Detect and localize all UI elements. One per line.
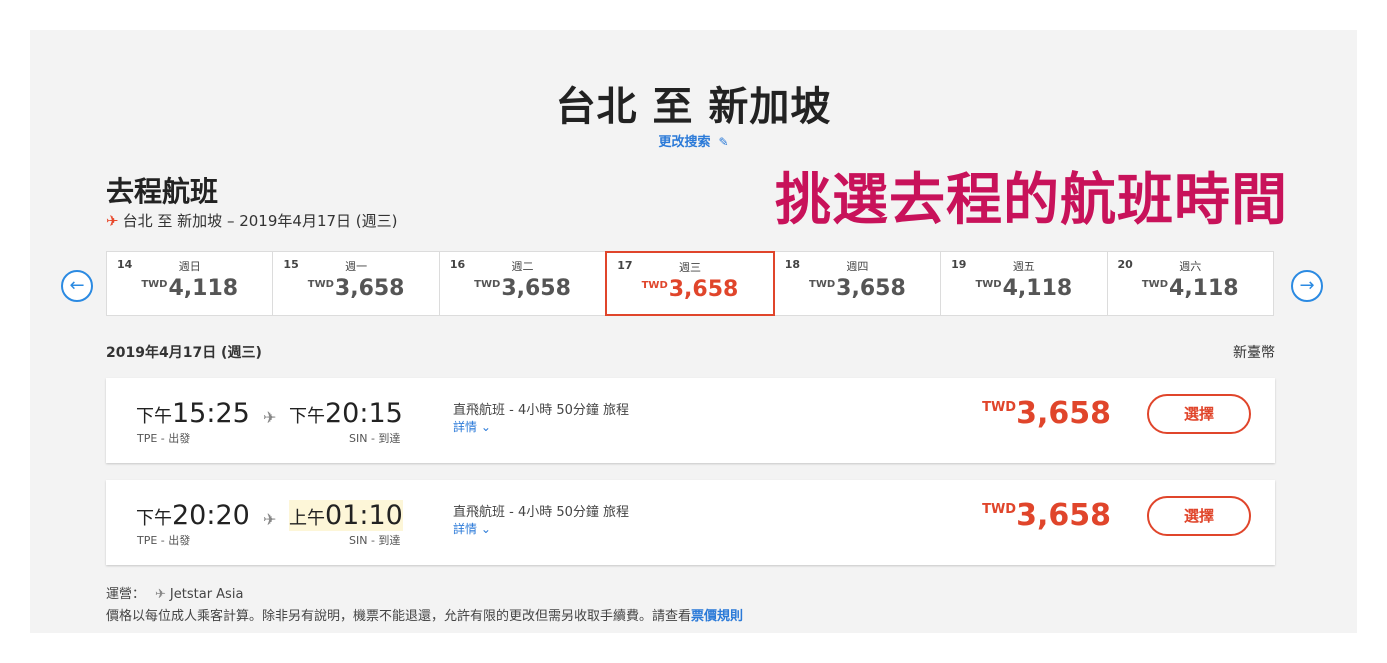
annotation-overlay: 挑選去程的航班時間 [775, 167, 1288, 233]
plane-icon: ✈ [106, 212, 119, 230]
arrival-hm: 20:15 [325, 398, 403, 429]
modify-search-link[interactable]: 更改搜索 ✎ [30, 131, 1357, 150]
price-disclaimer: 價格以每位成人乘客計算。除非另有說明，機票不能退還，允許有限的更改但需另收取手續… [106, 605, 743, 624]
departure-hm: 20:20 [172, 500, 250, 531]
departure-ampm: 下午 [136, 508, 172, 529]
arrow-right-icon[interactable]: → [1299, 275, 1314, 296]
details-link[interactable]: 詳情 ⌄ [453, 520, 491, 537]
date-cell[interactable]: 16 週二 TWD3,658 [440, 252, 607, 315]
currency-label: 新臺幣 [1233, 345, 1275, 361]
date-price: TWD3,658 [775, 276, 940, 301]
date-price: TWD4,118 [107, 276, 272, 301]
modify-search-label[interactable]: 更改搜索 [658, 135, 710, 150]
section-title: 去程航班 [106, 175, 219, 208]
arrival-time: 上午01:10 [289, 500, 403, 531]
date-amount: 4,118 [1169, 276, 1239, 301]
arrival-ampm: 下午 [289, 406, 325, 427]
prev-dates-button[interactable]: ← [61, 270, 93, 302]
date-strip: 14 週日 TWD4,118 15 週一 TWD3,658 16 週二 TWD3… [106, 251, 1274, 316]
date-weekday: 週二 [511, 260, 534, 273]
pencil-icon[interactable]: ✎ [718, 135, 728, 149]
date-cell[interactable]: 15 週一 TWD3,658 [273, 252, 440, 315]
fare-amount: 3,658 [1016, 396, 1111, 431]
departure-airport: TPE - 出發 [137, 432, 191, 445]
plane-icon: ✈ [263, 408, 277, 427]
date-amount: 4,118 [1002, 276, 1073, 301]
date-cell[interactable]: 14 週日 TWD4,118 [107, 252, 274, 315]
arrival-airport: SIN - 到達 [349, 534, 401, 547]
date-currency: TWD [975, 279, 1002, 290]
select-button[interactable]: 選擇 [1147, 394, 1251, 434]
date-price: TWD4,118 [1108, 276, 1273, 301]
date-currency: TWD [809, 279, 836, 290]
date-currency: TWD [1141, 279, 1169, 290]
flight-info: 直飛航班 - 4小時 50分鐘 旅程 [453, 403, 630, 418]
operator-line: 運營： ✈ Jetstar Asia [106, 583, 243, 602]
arrival-hm: 01:10 [325, 500, 403, 531]
plane-icon: ✈ [155, 587, 166, 602]
fare-currency: TWD [982, 502, 1017, 517]
travel-date: – 2019年4月17日 (週三) [222, 212, 398, 230]
arrival-airport: SIN - 到達 [349, 432, 401, 445]
arrival-ampm: 上午 [289, 508, 325, 529]
fare-price: TWD3,658 [982, 498, 1111, 533]
date-weekday: 週日 [178, 260, 201, 273]
fare-currency: TWD [982, 400, 1017, 415]
flight-selection-panel: 台北 至 新加坡 更改搜索 ✎ 去程航班 ✈ 台北 至 新加坡 – 2019年4月1… [30, 30, 1357, 633]
date-currency: TWD [474, 279, 501, 290]
date-price: TWD4,118 [941, 276, 1106, 301]
departure-time: 下午15:25 [136, 398, 250, 429]
operator-name: Jetstar Asia [169, 587, 244, 602]
date-price: TWD3,658 [273, 276, 438, 301]
date-cell-selected[interactable]: 17 週三 TWD3,658 [605, 251, 775, 316]
date-cell[interactable]: 20 週六 TWD4,118 [1108, 252, 1273, 315]
select-button[interactable]: 選擇 [1147, 496, 1251, 536]
fare-rules-link[interactable]: 票價規則 [691, 609, 743, 624]
date-currency: TWD [141, 279, 168, 290]
fare-amount: 3,658 [1016, 498, 1111, 533]
route-summary: ✈ 台北 至 新加坡 – 2019年4月17日 (週三) [106, 210, 398, 231]
date-cell[interactable]: 18 週四 TWD3,658 [775, 252, 942, 315]
disclaimer-text: 價格以每位成人乘客計算。除非另有說明，機票不能退還，允許有限的更改但需另收取手續… [106, 609, 692, 624]
date-weekday: 週四 [846, 260, 869, 273]
date-weekday: 週三 [678, 261, 701, 274]
results-date: 2019年4月17日 (週三) [106, 345, 262, 361]
flight-card: 下午20:20 TPE - 出發 ✈ 上午01:10 SIN - 到達 直飛航班… [106, 480, 1275, 565]
departure-hm: 15:25 [172, 398, 250, 429]
departure-ampm: 下午 [136, 406, 172, 427]
date-amount: 3,658 [668, 277, 739, 302]
flight-card: 下午15:25 TPE - 出發 ✈ 下午20:15 SIN - 到達 直飛航班… [106, 378, 1275, 463]
next-dates-button[interactable]: → [1291, 270, 1323, 302]
arrival-time: 下午20:15 [289, 398, 403, 429]
date-weekday: 週五 [1012, 260, 1035, 273]
date-amount: 4,118 [168, 276, 239, 301]
route-to: 至 [157, 212, 173, 230]
date-amount: 3,658 [836, 276, 906, 301]
arrow-left-icon[interactable]: ← [69, 275, 84, 296]
date-weekday: 週六 [1179, 260, 1202, 273]
route-title: 台北 至 新加坡 [555, 84, 832, 130]
date-currency: TWD [641, 280, 668, 291]
origin-city: 台北 [122, 212, 153, 230]
plane-icon: ✈ [263, 510, 277, 529]
date-amount: 3,658 [334, 276, 405, 301]
operator-label: 運營： [106, 587, 146, 602]
fare-price: TWD3,658 [982, 396, 1111, 431]
date-price: TWD3,658 [607, 277, 772, 302]
flight-info: 直飛航班 - 4小時 50分鐘 旅程 [453, 505, 630, 520]
date-currency: TWD [307, 279, 334, 290]
date-price: TWD3,658 [440, 276, 605, 301]
destination-city: 新加坡 [177, 212, 223, 230]
date-amount: 3,658 [501, 276, 571, 301]
details-link[interactable]: 詳情 ⌄ [453, 418, 491, 435]
date-cell[interactable]: 19 週五 TWD4,118 [941, 252, 1108, 315]
departure-time: 下午20:20 [136, 500, 250, 531]
departure-airport: TPE - 出發 [137, 534, 191, 547]
date-weekday: 週一 [345, 260, 368, 273]
